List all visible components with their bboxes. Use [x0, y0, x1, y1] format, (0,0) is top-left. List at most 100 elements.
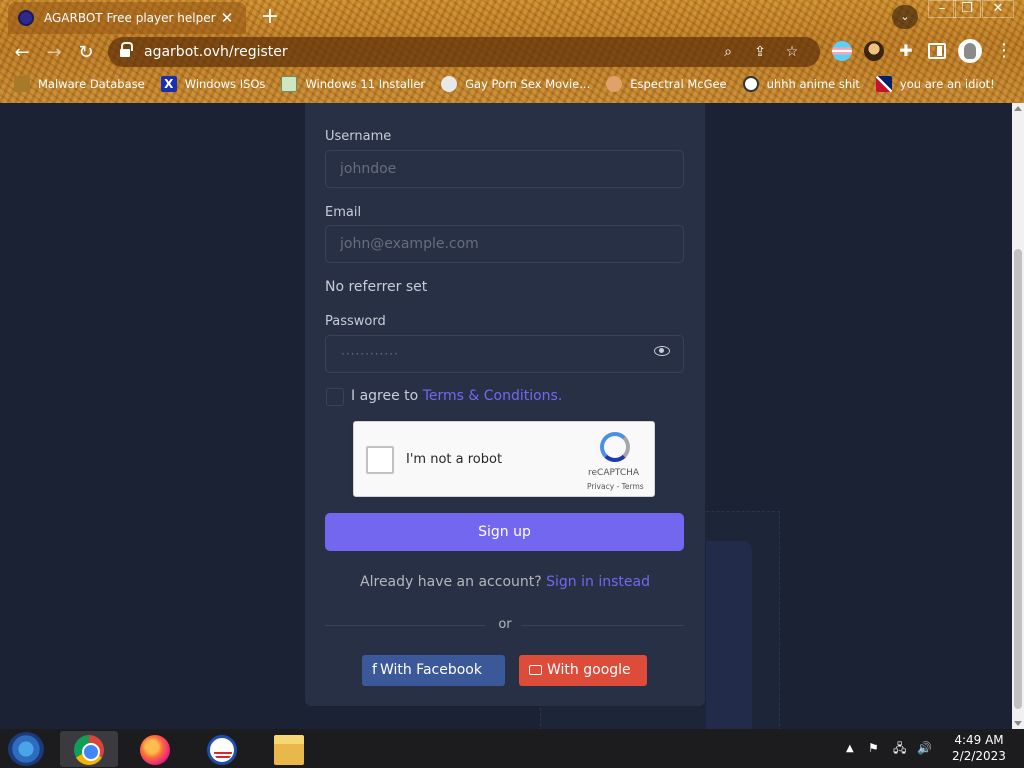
start-button-icon[interactable]	[8, 732, 44, 766]
clock-date: 2/2/2023	[952, 749, 1006, 763]
mail-icon	[529, 665, 542, 675]
facebook-button-label: With Facebook	[379, 662, 482, 678]
bookmark-label: Gay Porn Sex Movie...	[465, 77, 591, 91]
email-input[interactable]	[325, 225, 684, 263]
bookmark-anime[interactable]: uhhh anime shit	[742, 76, 860, 92]
reload-icon[interactable]: ↻	[73, 40, 99, 66]
site-icon	[441, 76, 458, 92]
system-clock[interactable]: 4:49 AM 2/2/2023	[948, 732, 1010, 764]
network-icon[interactable]: 🖧	[893, 729, 906, 768]
recaptcha-brand: reCAPTCHA	[588, 468, 640, 478]
bookmark-movie-site[interactable]: Gay Porn Sex Movie...	[441, 76, 590, 92]
back-arrow-icon[interactable]: ←	[9, 40, 35, 66]
share-icon[interactable]: ⇪	[744, 44, 776, 60]
already-have-account-text: Already have an account?	[360, 574, 542, 590]
side-panel-icon[interactable]	[928, 43, 946, 59]
taskbar-obama-logo-app[interactable]	[193, 731, 251, 767]
action-center-flag-icon[interactable]: ⚑	[868, 729, 879, 768]
recaptcha-label: I'm not a robot	[406, 452, 503, 467]
windows-taskbar: ▲ ⚑ 🖧 🔊 4:49 AM 2/2/2023	[0, 729, 1024, 768]
volume-icon[interactable]: 🔊	[917, 729, 932, 768]
extension-flag-icon[interactable]	[832, 41, 852, 61]
show-hidden-icons-icon[interactable]: ▲	[846, 729, 854, 768]
eye-icon[interactable]	[654, 346, 670, 356]
bookmark-label: you are an idiot!	[899, 77, 995, 91]
image-icon	[281, 76, 298, 92]
url-text[interactable]: agarbot.ovh/register	[144, 44, 712, 60]
taskbar-chrome[interactable]	[60, 731, 118, 767]
page-viewport: Username Email No referrer set Password …	[0, 103, 1024, 729]
register-card: Username Email No referrer set Password …	[305, 103, 705, 706]
profile-icon[interactable]	[958, 39, 982, 63]
sign-up-button[interactable]: Sign up	[325, 513, 684, 551]
extension-avatar-icon[interactable]	[864, 41, 884, 61]
firefox-icon	[140, 735, 170, 765]
divider	[325, 625, 485, 626]
chrome-icon	[74, 735, 104, 765]
google-login-button[interactable]: With google	[519, 655, 647, 686]
scroll-up-arrow-icon[interactable]	[1014, 106, 1022, 111]
window-close-icon[interactable]: ✕	[982, 0, 1014, 18]
bookmark-label: uhhh anime shit	[766, 77, 860, 91]
background-illustration	[706, 541, 752, 729]
recaptcha-checkbox[interactable]	[366, 446, 394, 474]
sign-in-prompt: Already have an account? Sign in instead	[305, 574, 705, 590]
window-restore-icon[interactable]: ❐	[953, 0, 981, 18]
new-tab-icon[interactable]: +	[258, 4, 282, 29]
facebook-icon: f	[372, 662, 377, 678]
lock-icon	[120, 42, 133, 58]
bookmarks-bar: Malware Database X Windows ISOs Windows …	[0, 73, 1024, 95]
recaptcha-privacy-terms[interactable]: Privacy - Terms	[587, 482, 644, 491]
tab-search-icon[interactable]: ⌄	[892, 5, 918, 29]
taskbar-firefox[interactable]	[126, 731, 184, 767]
clock-time: 4:49 AM	[954, 733, 1004, 747]
agree-label: I agree to	[351, 388, 419, 404]
obama-logo-icon	[207, 735, 237, 765]
bookmark-label: Windows 11 Installer	[305, 77, 426, 91]
scroll-thumb[interactable]	[1014, 249, 1022, 709]
username-input[interactable]	[325, 150, 684, 188]
taskbar-file-explorer[interactable]	[260, 731, 318, 767]
bookmark-espectral-mcgee[interactable]: Espectral McGee	[606, 76, 727, 92]
bookmark-windows-11-installer[interactable]: Windows 11 Installer	[281, 76, 425, 92]
bookmark-star-icon[interactable]: ☆	[776, 44, 808, 60]
menu-kebab-icon[interactable]: ⋮	[994, 41, 1014, 61]
terms-agree-text: I agree to Terms & Conditions.	[351, 388, 562, 404]
window-minimize-icon[interactable]: –	[928, 0, 956, 18]
email-label: Email	[325, 205, 362, 220]
agarbot-favicon-icon	[18, 10, 34, 26]
anime-icon	[742, 76, 759, 92]
uk-flag-icon	[875, 76, 892, 92]
tab-close-icon[interactable]: ✕	[218, 9, 236, 27]
sign-in-link[interactable]: Sign in instead	[546, 574, 650, 590]
google-button-label: With google	[547, 662, 631, 678]
forward-arrow-icon[interactable]: →	[41, 40, 67, 66]
terms-link[interactable]: Terms & Conditions.	[423, 388, 563, 404]
divider	[521, 625, 684, 626]
terms-checkbox[interactable]	[326, 388, 344, 406]
referrer-status: No referrer set	[325, 279, 428, 295]
or-separator: or	[498, 617, 512, 632]
username-label: Username	[325, 129, 392, 144]
browser-tab[interactable]: AGARBOT Free player helper ✕	[8, 2, 246, 34]
tab-title: AGARBOT Free player helper	[44, 11, 216, 25]
extensions-puzzle-icon[interactable]: ✚	[896, 41, 916, 61]
bookmark-windows-isos[interactable]: X Windows ISOs	[160, 76, 266, 92]
browser-chrome: AGARBOT Free player helper ✕ + ⌄ – ❐ ✕ ←…	[0, 0, 1024, 103]
password-label: Password	[325, 314, 386, 329]
address-bar[interactable]: agarbot.ovh/register ⌕ ⇪ ☆	[108, 37, 820, 67]
page-scrollbar[interactable]	[1012, 103, 1024, 729]
bookmark-you-are-an-idiot[interactable]: you are an idiot!	[875, 76, 995, 92]
scroll-down-arrow-icon[interactable]	[1014, 721, 1022, 726]
folder-icon	[14, 76, 30, 92]
face-icon	[606, 76, 623, 92]
recaptcha-logo-icon	[600, 432, 630, 462]
recaptcha-widget: I'm not a robot reCAPTCHA Privacy - Term…	[353, 421, 655, 497]
bookmark-label: Windows ISOs	[184, 77, 266, 91]
facebook-login-button[interactable]: f With Facebook	[362, 655, 505, 686]
bookmark-malware-database[interactable]: Malware Database	[14, 76, 145, 92]
bookmark-label: Malware Database	[38, 77, 145, 91]
zoom-search-icon[interactable]: ⌕	[712, 44, 744, 60]
folder-icon	[274, 735, 304, 765]
x-icon: X	[160, 76, 177, 92]
